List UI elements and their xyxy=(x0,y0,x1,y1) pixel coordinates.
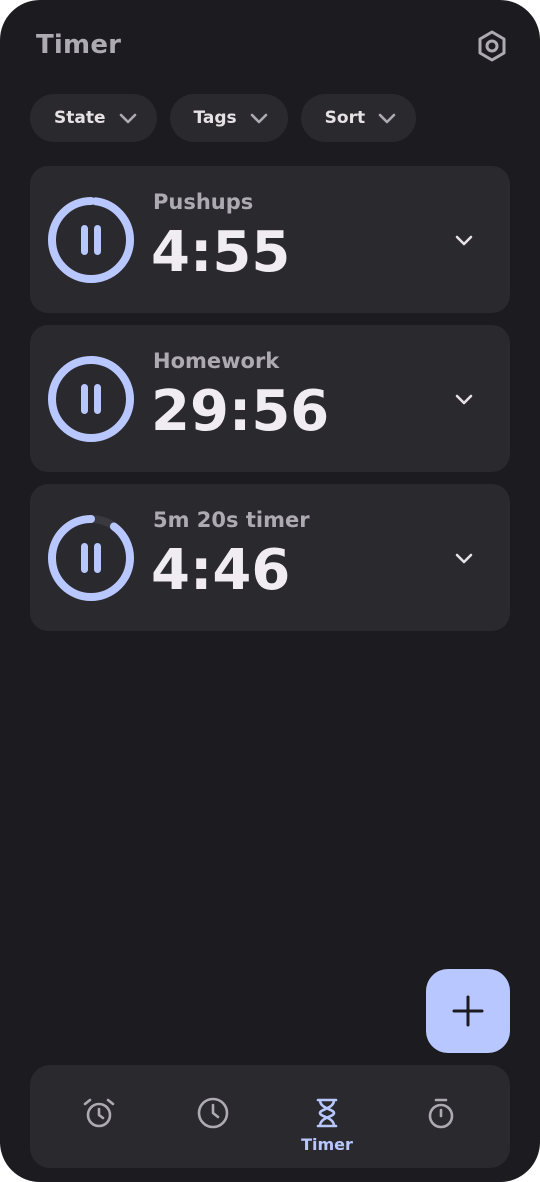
page-title: Timer xyxy=(36,30,122,60)
top-app-bar: Timer xyxy=(36,26,510,68)
pause-icon xyxy=(81,384,101,414)
timer-name: Pushups xyxy=(153,190,254,214)
pause-timer-button[interactable] xyxy=(47,196,135,284)
timer-screen: Timer State Tags Sort Pushups 4:55 Homew… xyxy=(0,0,540,1182)
chevron-down-icon xyxy=(378,113,396,124)
chevron-down-icon xyxy=(250,113,267,124)
pause-icon xyxy=(81,225,101,255)
timer-remaining: 4:55 xyxy=(151,220,291,285)
timer-progress-ring xyxy=(48,197,134,283)
chevron-down-icon[interactable] xyxy=(452,387,476,411)
chip-label: State xyxy=(54,108,106,128)
chip-label: Sort xyxy=(324,108,366,128)
timer-list: Pushups 4:55 Homework 29:56 5m 20s timer… xyxy=(30,166,510,643)
chevron-down-icon[interactable] xyxy=(452,228,476,252)
nav-alarm[interactable] xyxy=(42,1065,156,1168)
nav-stopwatch[interactable] xyxy=(384,1065,498,1168)
nav-label: Timer xyxy=(301,1135,353,1154)
timer-progress-ring xyxy=(48,356,134,442)
timer-remaining: 4:46 xyxy=(151,538,291,603)
clock-icon xyxy=(197,1097,229,1129)
sort-filter-chip[interactable]: Sort xyxy=(300,94,417,142)
pause-timer-button[interactable] xyxy=(47,514,135,602)
nav-clock[interactable] xyxy=(156,1065,270,1168)
timer-card-pushups[interactable]: Pushups 4:55 xyxy=(30,166,510,313)
pause-icon xyxy=(81,543,101,573)
plus-icon xyxy=(452,995,484,1027)
state-filter-chip[interactable]: State xyxy=(30,94,157,142)
timer-name: 5m 20s timer xyxy=(153,508,310,532)
settings-gear-icon xyxy=(478,30,506,62)
tags-filter-chip[interactable]: Tags xyxy=(169,94,288,142)
timer-name: Homework xyxy=(153,349,280,373)
chip-label: Tags xyxy=(193,108,237,128)
timer-remaining: 29:56 xyxy=(151,379,330,444)
settings-button[interactable] xyxy=(474,28,510,64)
add-timer-button[interactable] xyxy=(426,969,510,1053)
filter-chips: State Tags Sort xyxy=(30,94,429,142)
timer-card-5m-20s[interactable]: 5m 20s timer 4:46 xyxy=(30,484,510,631)
timer-progress-ring xyxy=(48,515,134,601)
nav-timer[interactable]: Timer xyxy=(270,1065,384,1168)
bottom-navigation: Timer xyxy=(30,1065,510,1168)
hourglass-icon xyxy=(316,1098,338,1128)
chevron-down-icon xyxy=(119,113,136,124)
pause-timer-button[interactable] xyxy=(47,355,135,443)
timer-card-homework[interactable]: Homework 29:56 xyxy=(30,325,510,472)
chevron-down-icon[interactable] xyxy=(452,546,476,570)
stopwatch-icon xyxy=(428,1098,454,1129)
alarm-icon xyxy=(83,1098,115,1128)
